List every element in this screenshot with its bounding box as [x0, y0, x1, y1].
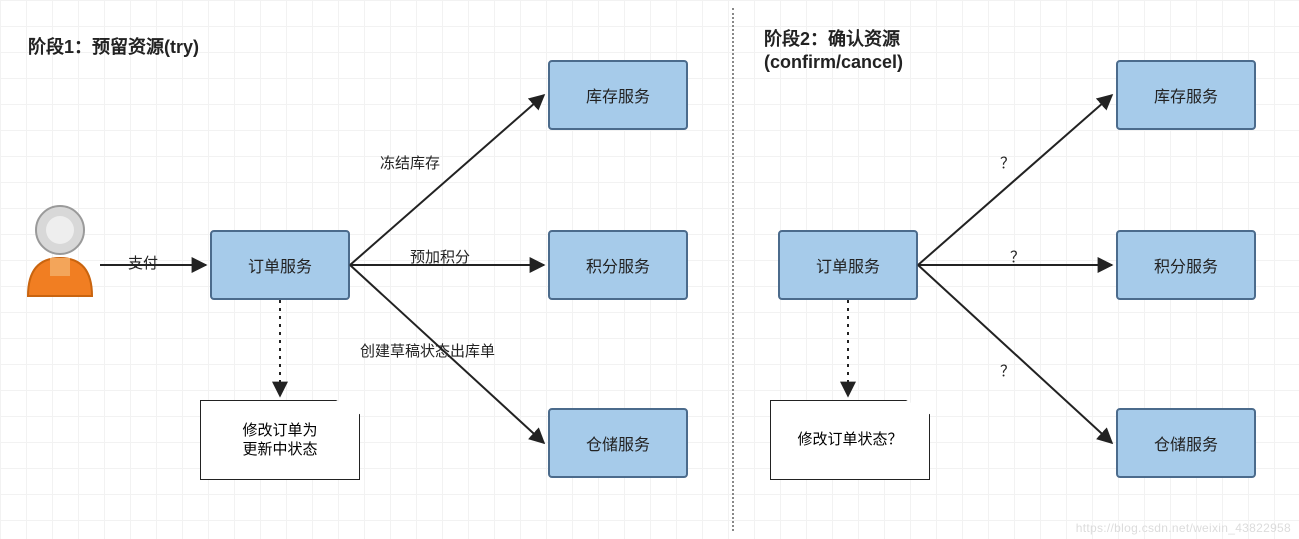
phase-divider — [732, 8, 734, 531]
phase1-note: 修改订单为 更新中状态 — [200, 400, 360, 480]
phase2-note: 修改订单状态？ — [770, 400, 930, 480]
edge-draft-label: 创建草稿状态出库单 — [360, 340, 495, 361]
edge-q1-label: ？ — [1000, 152, 1015, 173]
edge-points-label: 预加积分 — [410, 246, 470, 267]
user-icon — [20, 200, 100, 310]
phase1-title: 阶段1：预留资源(try) — [28, 36, 199, 59]
phase2-points-service: 积分服务 — [1116, 230, 1256, 300]
phase2-points-service-label: 积分服务 — [1154, 253, 1218, 277]
phase1-warehouse-service-label: 仓储服务 — [586, 431, 650, 455]
phase2-title: 阶段2：确认资源 (confirm/cancel) — [764, 28, 903, 75]
phase1-points-service-label: 积分服务 — [586, 253, 650, 277]
phase1-inventory-service-label: 库存服务 — [586, 83, 650, 107]
phase1-note-text: 修改订单为 更新中状态 — [242, 421, 317, 460]
phase1-points-service: 积分服务 — [548, 230, 688, 300]
phase2-note-text: 修改订单状态？ — [797, 430, 902, 450]
edge-q3-label: ？ — [1000, 360, 1015, 381]
phase2-order-service-label: 订单服务 — [816, 253, 880, 277]
watermark: https://blog.csdn.net/weixin_43822958 — [1076, 521, 1291, 535]
edge-pay-label: 支付 — [128, 252, 158, 273]
phase1-order-service-label: 订单服务 — [248, 253, 312, 277]
phase2-warehouse-service: 仓储服务 — [1116, 408, 1256, 478]
phase1-inventory-service: 库存服务 — [548, 60, 688, 130]
phase1-warehouse-service: 仓储服务 — [548, 408, 688, 478]
phase2-inventory-service-label: 库存服务 — [1154, 83, 1218, 107]
edge-freeze-label: 冻结库存 — [380, 152, 440, 173]
phase2-inventory-service: 库存服务 — [1116, 60, 1256, 130]
edge-q2-label: ？ — [1010, 246, 1025, 267]
phase2-order-service: 订单服务 — [778, 230, 918, 300]
phase2-warehouse-service-label: 仓储服务 — [1154, 431, 1218, 455]
phase1-order-service: 订单服务 — [210, 230, 350, 300]
